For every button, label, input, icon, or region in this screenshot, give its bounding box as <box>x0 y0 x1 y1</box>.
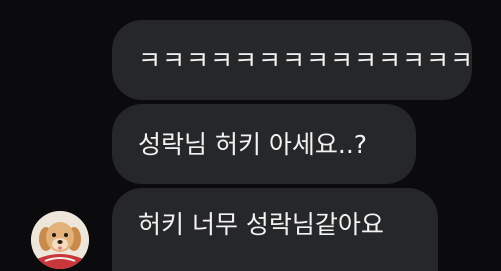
puppy-avatar-icon <box>31 211 89 269</box>
message-text: 성락님 허키 아세요..? <box>138 129 368 159</box>
message-bubble[interactable]: 성락님 허키 아세요..? <box>112 104 416 184</box>
sender-avatar[interactable] <box>31 211 89 269</box>
chat-thread: ㅋㅋㅋㅋㅋㅋㅋㅋㅋㅋㅋㅋㅋㅋ 성락님 허키 아세요..? 허키 너무 성락님같아… <box>0 0 501 271</box>
message-text: ㅋㅋㅋㅋㅋㅋㅋㅋㅋㅋㅋㅋㅋㅋ <box>138 45 475 75</box>
message-text: 허키 너무 성락님같아요 <box>138 210 384 239</box>
message-bubble[interactable]: 허키 너무 성락님같아요 <box>112 188 438 271</box>
message-bubble[interactable]: ㅋㅋㅋㅋㅋㅋㅋㅋㅋㅋㅋㅋㅋㅋ <box>112 20 475 100</box>
